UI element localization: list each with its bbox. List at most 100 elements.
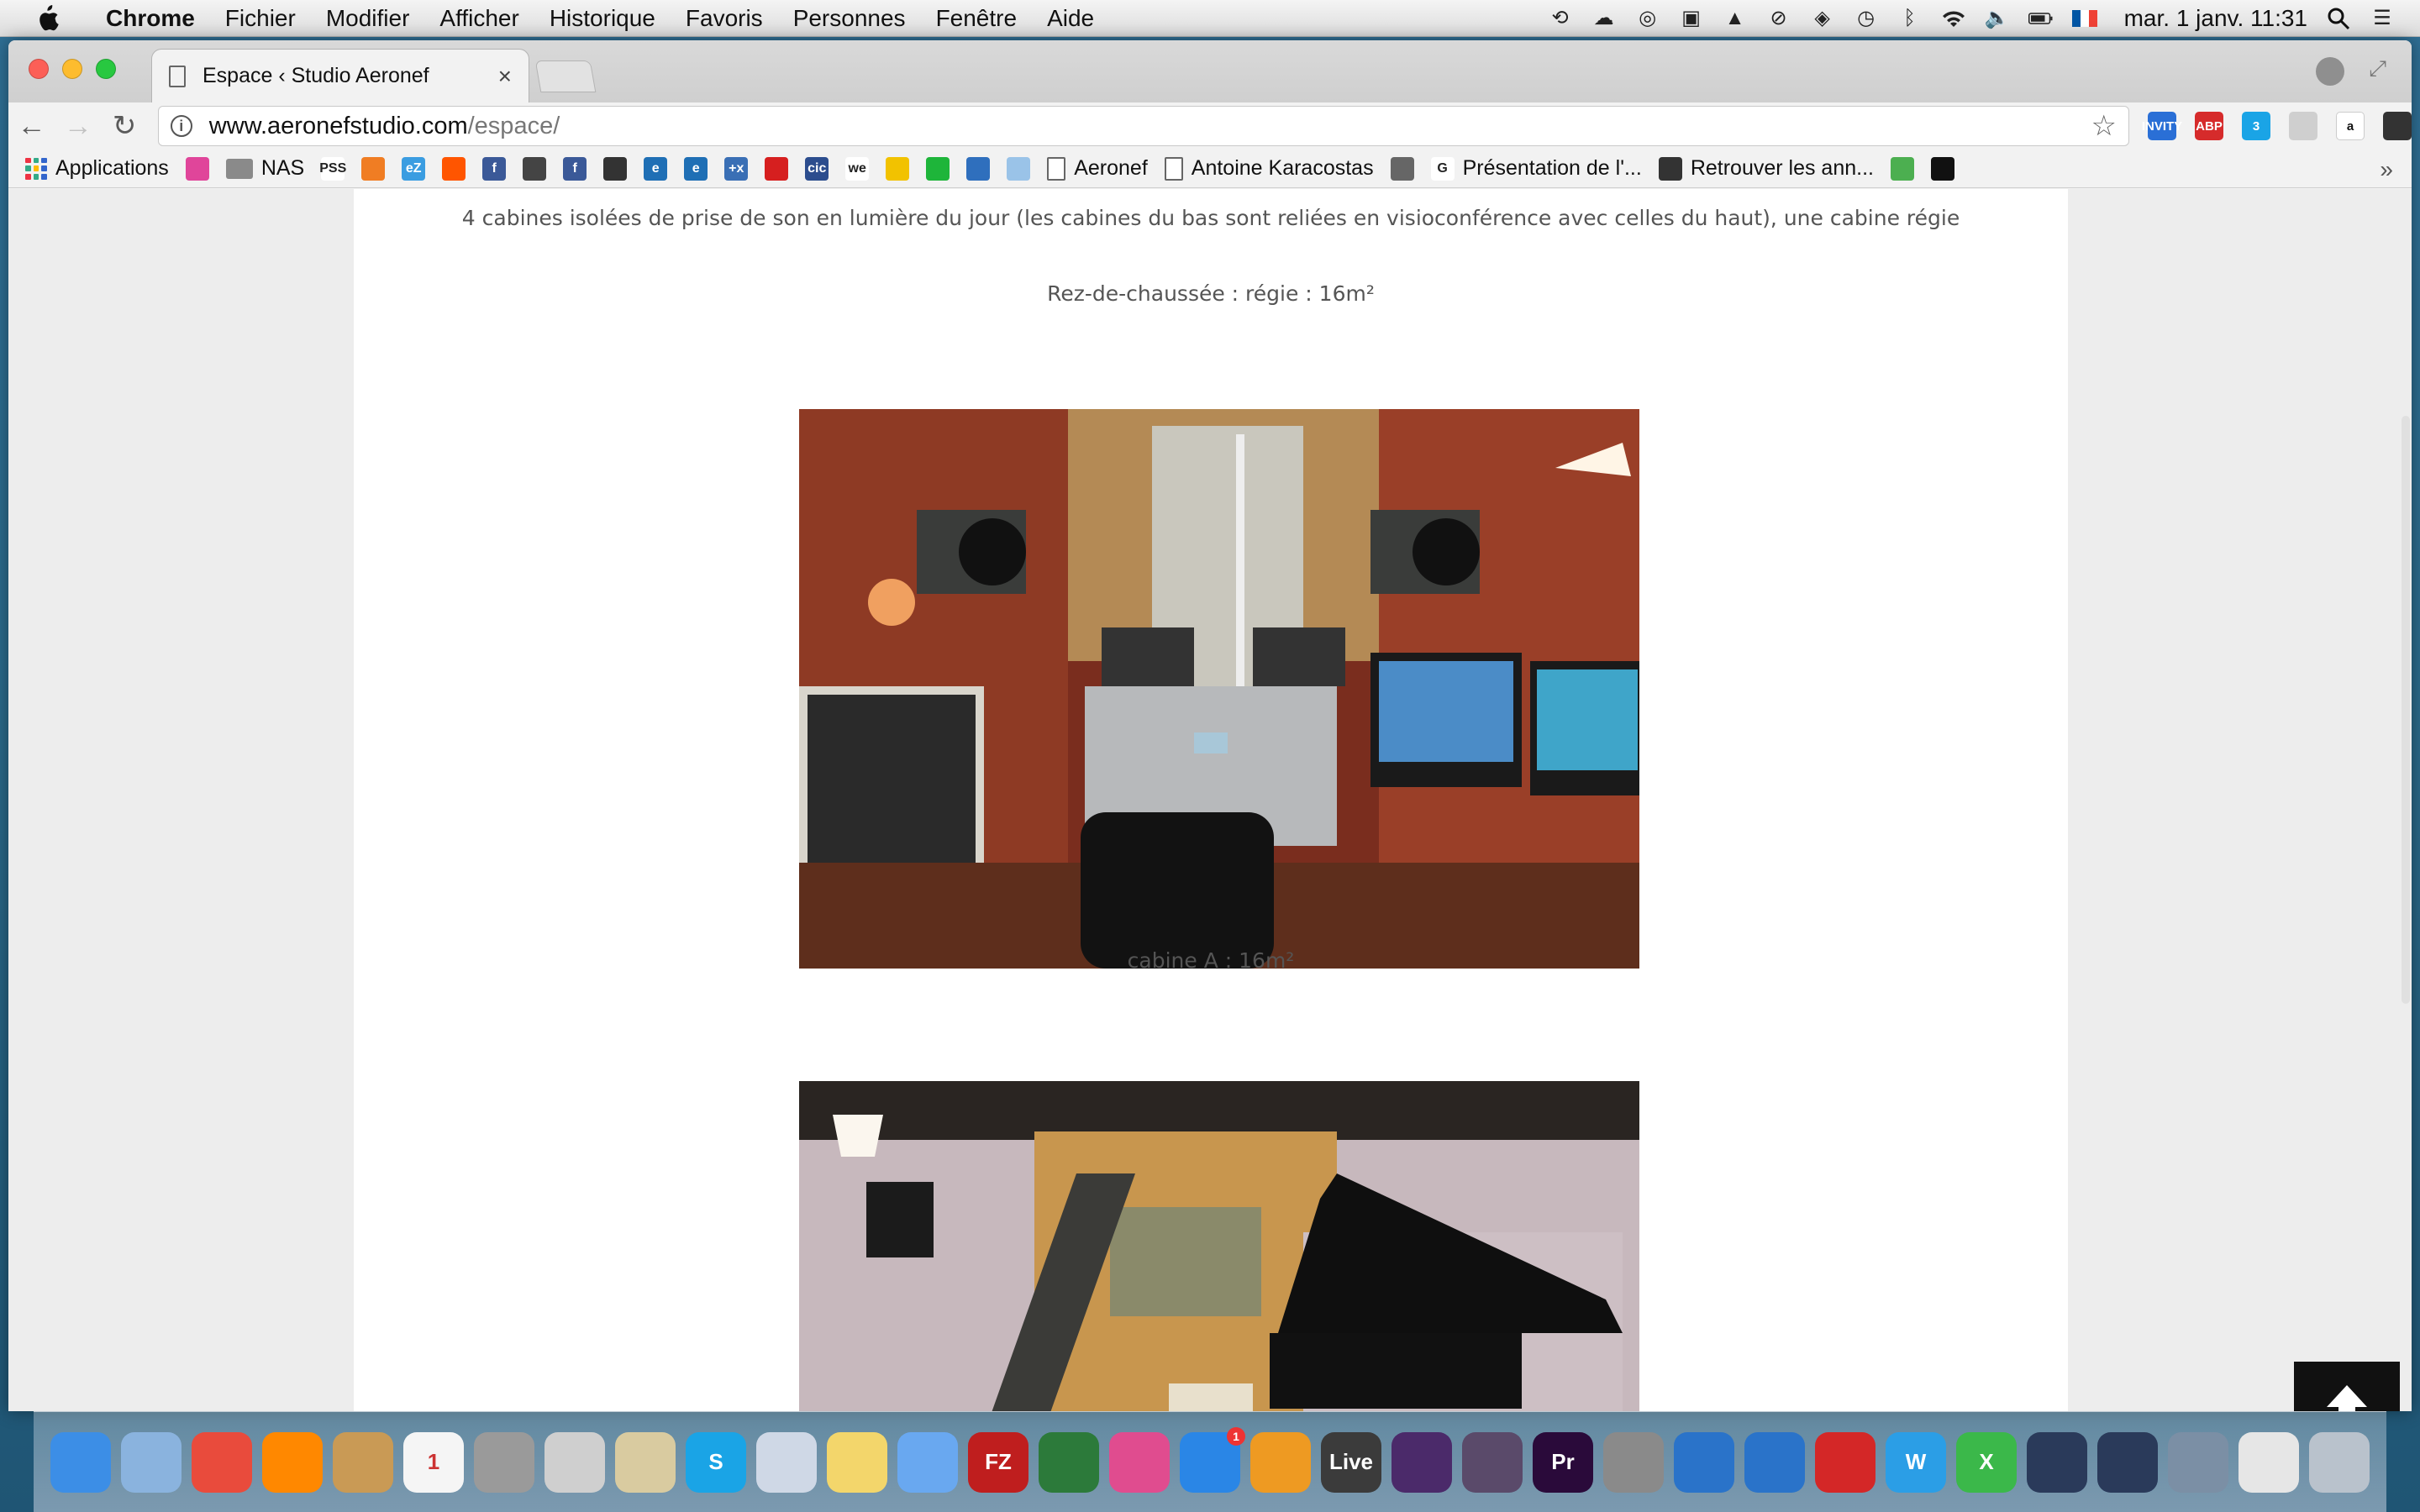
- bookmark-item[interactable]: f: [563, 156, 587, 181]
- menubar-clock[interactable]: mar. 1 janv. 11:31: [2124, 5, 2307, 32]
- frog-icon[interactable]: [1744, 1431, 1805, 1493]
- bird-icon[interactable]: [1674, 1431, 1734, 1493]
- bookmark-item[interactable]: NAS: [225, 156, 304, 181]
- bookmark-item[interactable]: we: [845, 156, 870, 181]
- bluetooth-icon[interactable]: ᛒ: [1897, 6, 1923, 31]
- bookmark-item[interactable]: e: [684, 156, 708, 181]
- bookmark-item[interactable]: Retrouver les ann...: [1658, 156, 1874, 181]
- bookmark-item[interactable]: f: [482, 156, 507, 181]
- fullscreen-icon[interactable]: ⤢: [2369, 55, 2386, 82]
- bookmark-item[interactable]: G Présentation de l'...: [1430, 156, 1642, 181]
- uad-console-icon[interactable]: [2097, 1431, 2158, 1493]
- menu-aide[interactable]: Aide: [1032, 5, 1109, 32]
- adblock-plus-icon[interactable]: ABP: [2195, 112, 2224, 140]
- spotlight-search-icon[interactable]: [2326, 6, 2351, 31]
- apple-menu-icon[interactable]: [32, 3, 62, 34]
- volume-icon[interactable]: 🔈: [1985, 6, 2010, 31]
- contacts-icon[interactable]: [333, 1431, 393, 1493]
- zoom-window-button[interactable]: [96, 59, 116, 79]
- more-bookmarks-icon[interactable]: »: [2380, 156, 2393, 183]
- bookmark-item[interactable]: [1390, 156, 1414, 181]
- menu-favoris[interactable]: Favoris: [671, 5, 778, 32]
- disk-icon[interactable]: ⊘: [1766, 6, 1791, 31]
- bookmark-item[interactable]: [926, 156, 950, 181]
- excel-icon[interactable]: X: [1956, 1431, 2017, 1493]
- input-source-flag-icon[interactable]: [2071, 9, 2097, 27]
- battery-icon[interactable]: [2028, 6, 2054, 31]
- page-scrollbar[interactable]: [2402, 416, 2410, 1004]
- dvd-player-icon[interactable]: [544, 1431, 605, 1493]
- reload-button[interactable]: ↻: [102, 102, 148, 150]
- bookmark-item[interactable]: Aeronef: [1047, 156, 1148, 181]
- menu-modifier[interactable]: Modifier: [311, 5, 425, 32]
- bookmark-item[interactable]: [1930, 156, 1954, 181]
- bookmark-item[interactable]: [1890, 156, 1914, 181]
- amazon-icon[interactable]: a: [2336, 112, 2365, 140]
- ableton-live-icon[interactable]: Live: [1321, 1431, 1381, 1493]
- site-info-icon[interactable]: i: [170, 115, 192, 137]
- messages-icon[interactable]: [897, 1431, 958, 1493]
- skype-icon[interactable]: S: [686, 1431, 746, 1493]
- uad-icon[interactable]: ◈: [1810, 6, 1835, 31]
- vlc-icon[interactable]: [262, 1431, 323, 1493]
- google-drive-icon[interactable]: ▲: [1723, 6, 1748, 31]
- bookmark-item[interactable]: Antoine Karacostas: [1164, 156, 1374, 181]
- menu-afficher[interactable]: Afficher: [424, 5, 534, 32]
- word-icon[interactable]: W: [1886, 1431, 1946, 1493]
- app-blocked-icon[interactable]: [1462, 1431, 1523, 1493]
- sibelius-icon[interactable]: [1392, 1431, 1452, 1493]
- forward-button[interactable]: →: [55, 102, 101, 150]
- trash-icon[interactable]: [2309, 1431, 2370, 1493]
- new-tab-button[interactable]: [534, 60, 597, 92]
- itunes-icon[interactable]: [1109, 1431, 1170, 1493]
- finder-icon[interactable]: [50, 1431, 111, 1493]
- stickies-icon[interactable]: [827, 1431, 887, 1493]
- bookmark-item[interactable]: +x: [724, 156, 749, 181]
- preview-icon[interactable]: [756, 1431, 817, 1493]
- uad-meter-icon[interactable]: [2027, 1431, 2087, 1493]
- back-button[interactable]: ←: [8, 102, 55, 150]
- bookmark-item[interactable]: PSS: [319, 156, 346, 181]
- menu-historique[interactable]: Historique: [534, 5, 671, 32]
- chrome-icon[interactable]: [192, 1431, 252, 1493]
- back-to-top-button[interactable]: [2294, 1362, 2400, 1411]
- close-tab-icon[interactable]: ×: [498, 63, 512, 90]
- bookmark-item[interactable]: [361, 156, 386, 181]
- bookmark-item[interactable]: [603, 156, 628, 181]
- switch-icon[interactable]: [615, 1431, 676, 1493]
- filezilla-icon[interactable]: FZ: [968, 1431, 1028, 1493]
- close-window-button[interactable]: [29, 59, 49, 79]
- bookmark-item[interactable]: [966, 156, 991, 181]
- garageband-icon[interactable]: [1250, 1431, 1311, 1493]
- mask-icon[interactable]: [2383, 112, 2412, 140]
- tab-espace[interactable]: Espace ‹ Studio Aeronef ×: [151, 49, 529, 102]
- bookmark-item[interactable]: e: [644, 156, 668, 181]
- bookmark-star-icon[interactable]: ☆: [2091, 109, 2117, 143]
- bookmark-item[interactable]: [886, 156, 910, 181]
- dropbox-sync-icon[interactable]: ⟲: [1548, 6, 1573, 31]
- bookmark-item[interactable]: eZ: [402, 156, 426, 181]
- bookmark-item[interactable]: cic: [805, 156, 829, 181]
- photo-booth-icon[interactable]: [1039, 1431, 1099, 1493]
- invity-icon[interactable]: INVITY: [2142, 112, 2182, 140]
- documents-icon[interactable]: [2238, 1431, 2299, 1493]
- address-bar[interactable]: i www.aeronefstudio.com /espace/ ☆: [157, 106, 2130, 146]
- calendar-icon[interactable]: 1: [403, 1431, 464, 1493]
- network-icon[interactable]: ▣: [1679, 6, 1704, 31]
- app-store-icon[interactable]: 1: [1180, 1426, 1245, 1493]
- calculator-icon[interactable]: [474, 1431, 534, 1493]
- menu-fichier[interactable]: Fichier: [210, 5, 311, 32]
- minimize-window-button[interactable]: [62, 59, 82, 79]
- bookmark-item[interactable]: Applications: [25, 156, 169, 181]
- notification-center-icon[interactable]: ☰: [2370, 6, 2395, 31]
- bookmark-item[interactable]: [523, 156, 547, 181]
- skype-icon[interactable]: 3: [2242, 112, 2271, 140]
- menu-personnes[interactable]: Personnes: [778, 5, 921, 32]
- mail-icon[interactable]: [121, 1431, 182, 1493]
- bookmark-item[interactable]: [185, 156, 209, 181]
- creative-cloud-icon[interactable]: ◎: [1635, 6, 1660, 31]
- tab-icon[interactable]: [2289, 112, 2318, 140]
- bookmark-item[interactable]: [765, 156, 789, 181]
- wifi-icon[interactable]: [1941, 6, 1966, 31]
- bookmark-item[interactable]: [442, 156, 466, 181]
